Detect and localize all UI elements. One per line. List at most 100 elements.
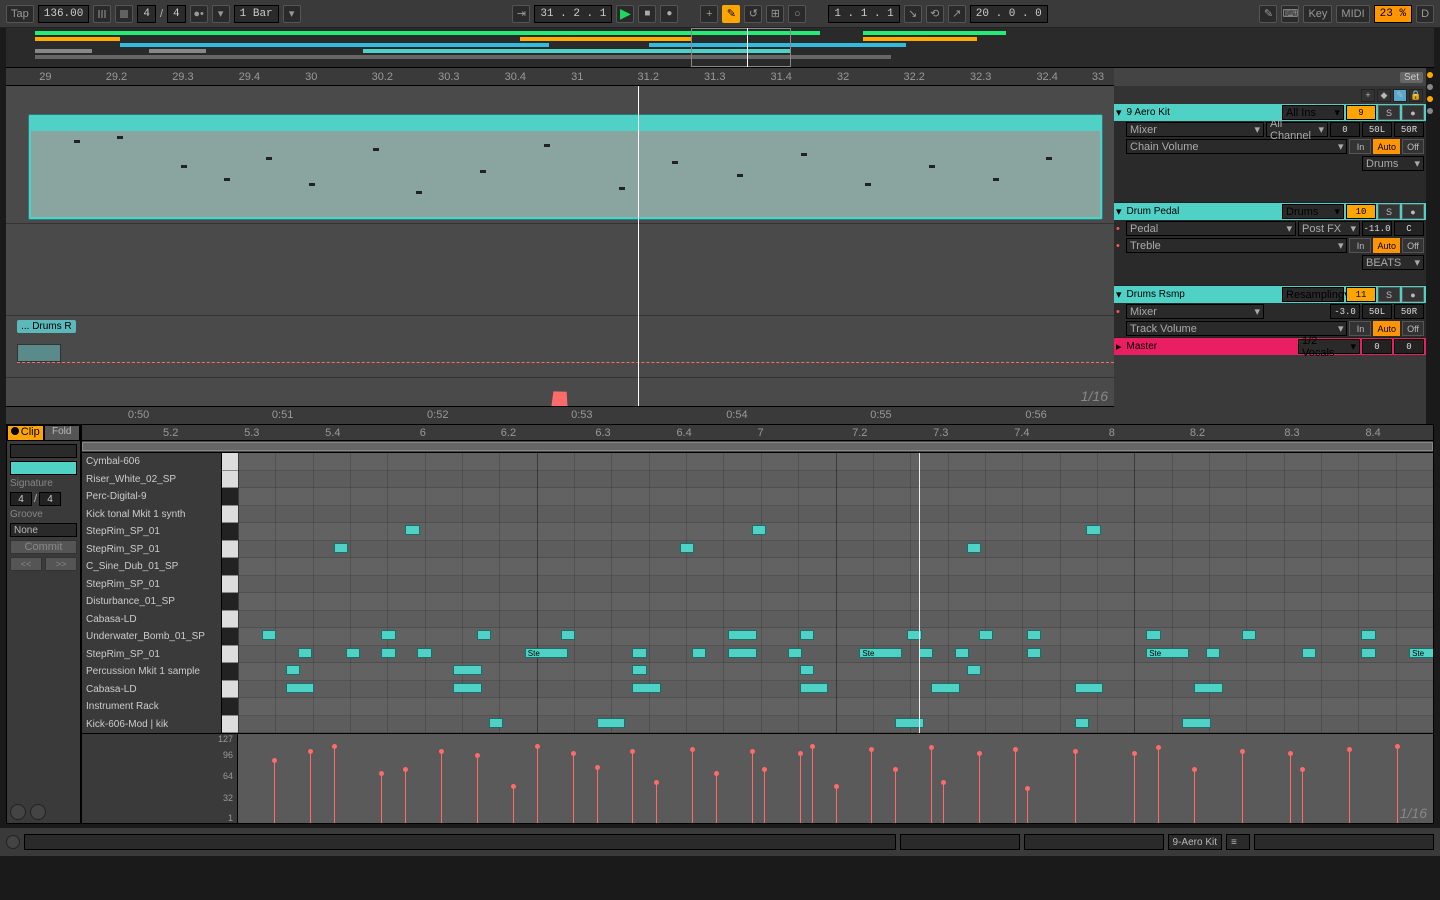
monitor-auto[interactable]: Auto: [1373, 238, 1400, 253]
mixer-button[interactable]: [1427, 96, 1433, 102]
chain-dropdown[interactable]: Chain Volume▾: [1126, 139, 1347, 154]
midi-note[interactable]: [1027, 630, 1041, 640]
midi-note[interactable]: [597, 718, 626, 728]
device-slot[interactable]: [900, 834, 1020, 850]
follow-button[interactable]: ⇥: [512, 5, 530, 23]
velocity-stem[interactable]: [1158, 748, 1159, 823]
velocity-stem[interactable]: [573, 754, 574, 823]
drum-row-label[interactable]: Underwater_Bomb_01_SP: [82, 628, 221, 646]
pan-value[interactable]: C: [1394, 221, 1424, 236]
piano-key[interactable]: [222, 488, 238, 506]
nudge-down-button[interactable]: [93, 5, 111, 23]
send-value[interactable]: 0: [1330, 122, 1360, 137]
midi-note[interactable]: [381, 648, 395, 658]
velocity-stem[interactable]: [334, 747, 335, 823]
quantize-menu[interactable]: ▾: [283, 5, 301, 23]
delay-button[interactable]: [1427, 108, 1433, 114]
postfx-dropdown[interactable]: Post FX▾: [1298, 221, 1360, 236]
input-channel-dropdown[interactable]: All Channel▾: [1266, 122, 1328, 137]
solo-button[interactable]: S: [1378, 287, 1400, 302]
midi-note[interactable]: [632, 683, 661, 693]
monitor-in[interactable]: In: [1349, 321, 1371, 336]
output-dropdown[interactable]: Drums▾: [1362, 156, 1424, 171]
midi-note[interactable]: [1146, 630, 1160, 640]
velocity-editor[interactable]: 127 96 64 32 1 1/16: [82, 733, 1433, 823]
drum-row-label[interactable]: Percussion Mkit 1 sample: [82, 663, 221, 681]
velocity-stem[interactable]: [752, 752, 753, 823]
clip-sig-den[interactable]: [39, 492, 61, 506]
midi-note[interactable]: [931, 683, 960, 693]
drum-row-label[interactable]: StepRim_SP_01: [82, 523, 221, 541]
midi-note[interactable]: [800, 683, 829, 693]
preview-button[interactable]: [6, 835, 20, 849]
clip-tab[interactable]: Clip: [7, 425, 44, 441]
velocity-stem[interactable]: [632, 752, 633, 823]
set-automation-icon[interactable]: ✎: [1393, 89, 1407, 102]
time-ruler[interactable]: 0:50 0:51 0:52 0:53 0:54 0:55 0:56: [6, 406, 1114, 424]
audio-clip[interactable]: [17, 344, 61, 362]
midi-note[interactable]: [967, 543, 981, 553]
capture-button[interactable]: ⊞: [766, 5, 784, 23]
pan-r[interactable]: 50R: [1394, 122, 1424, 137]
drum-row-label[interactable]: StepRim_SP_01: [82, 576, 221, 594]
automation-envelope[interactable]: [6, 226, 1114, 406]
velocity-stem[interactable]: [1075, 752, 1076, 823]
prev-clip-button[interactable]: <<: [10, 557, 42, 571]
midi-loop-brace[interactable]: [82, 441, 1433, 453]
set-add-icon[interactable]: +: [1361, 89, 1375, 102]
velocity-stem[interactable]: [1290, 754, 1291, 823]
velocity-stem[interactable]: [812, 747, 813, 823]
midi-note[interactable]: [1182, 718, 1211, 728]
midi-note[interactable]: [1302, 648, 1316, 658]
midi-note[interactable]: [453, 683, 482, 693]
midi-note[interactable]: [1242, 630, 1256, 640]
midi-note[interactable]: [919, 648, 933, 658]
piano-key[interactable]: [222, 523, 238, 541]
piano-key[interactable]: [222, 663, 238, 681]
midi-note[interactable]: [262, 630, 276, 640]
track-fold-icon[interactable]: ▾: [1116, 205, 1122, 218]
return-button[interactable]: [1427, 84, 1433, 90]
velocity-stem[interactable]: [692, 750, 693, 823]
midi-note[interactable]: [1075, 718, 1089, 728]
record-button[interactable]: ●: [660, 5, 678, 23]
velocity-stem[interactable]: [597, 768, 598, 823]
midi-note[interactable]: [1361, 648, 1375, 658]
metronome-menu[interactable]: ▾: [212, 5, 230, 23]
midi-note[interactable]: [752, 525, 766, 535]
punch-in-button[interactable]: ↘: [904, 5, 922, 23]
midi-note[interactable]: [286, 665, 300, 675]
song-position[interactable]: 31 . 2 . 1: [534, 5, 612, 23]
tempo-field[interactable]: 136.00: [38, 5, 90, 23]
track-activator[interactable]: 11: [1346, 287, 1376, 302]
clip-sig-num[interactable]: [10, 492, 32, 506]
track-name[interactable]: 9 Aero Kit: [1124, 107, 1280, 118]
draw-mode-button[interactable]: ✎: [1259, 5, 1277, 23]
midi-note[interactable]: [728, 630, 757, 640]
tap-button[interactable]: Tap: [6, 5, 34, 23]
stop-button[interactable]: ■: [638, 5, 656, 23]
piano-key[interactable]: [222, 453, 238, 471]
midi-note[interactable]: [1361, 630, 1375, 640]
midi-note[interactable]: [692, 648, 706, 658]
midi-note[interactable]: [477, 630, 491, 640]
arrangement-tracks[interactable]: ... Drums R 1/16: [6, 86, 1114, 406]
piano-key[interactable]: [222, 576, 238, 594]
velocity-stem[interactable]: [1242, 752, 1243, 823]
velocity-stem[interactable]: [764, 770, 765, 823]
drum-row-label[interactable]: Kick tonal Mkit 1 synth: [82, 506, 221, 524]
master-track-name[interactable]: Master: [1124, 341, 1296, 352]
drum-row-label[interactable]: Disturbance_01_SP: [82, 593, 221, 611]
velocity-stem[interactable]: [931, 748, 932, 823]
midi-note[interactable]: [955, 648, 969, 658]
piano-key[interactable]: [222, 628, 238, 646]
velocity-stem[interactable]: [871, 750, 872, 823]
track-fold-icon[interactable]: ▾: [1116, 288, 1122, 301]
piano-key[interactable]: [222, 558, 238, 576]
midi-note[interactable]: [1027, 648, 1041, 658]
device-slot[interactable]: [1024, 834, 1164, 850]
piano-key[interactable]: [222, 593, 238, 611]
velocity-stem[interactable]: [716, 774, 717, 823]
drum-row-label[interactable]: Instrument Rack: [82, 698, 221, 716]
midi-note[interactable]: [979, 630, 993, 640]
